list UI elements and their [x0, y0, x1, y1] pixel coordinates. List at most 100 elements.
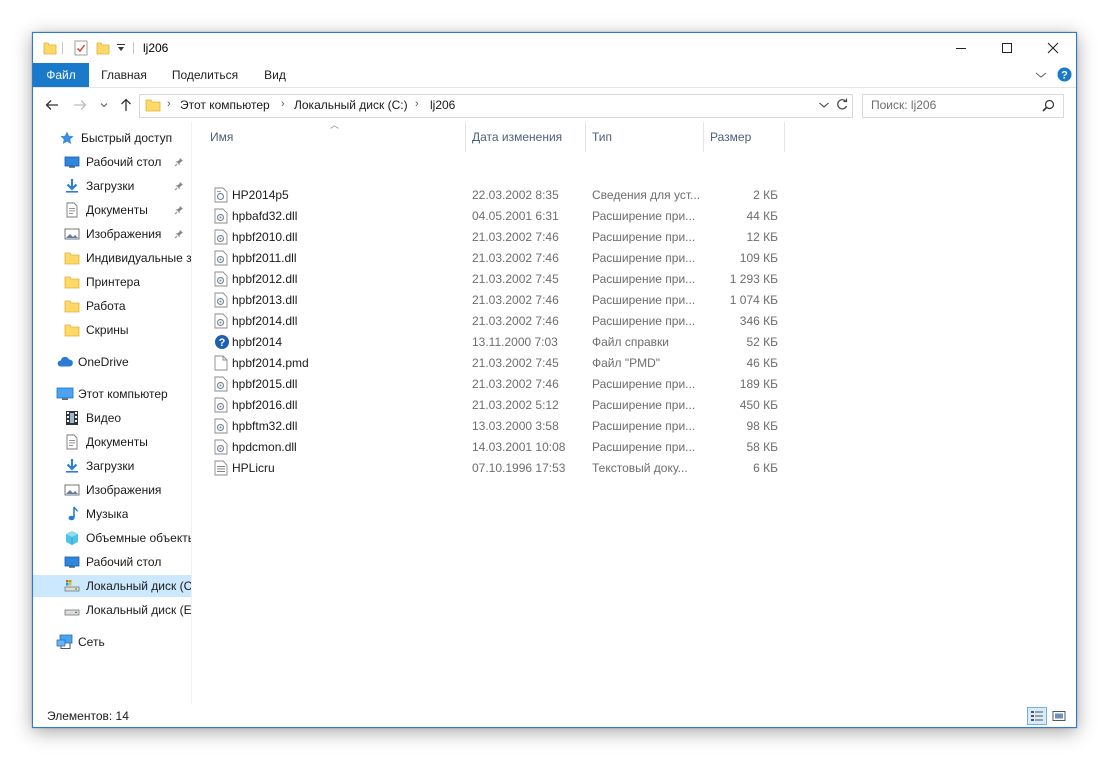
nav-item-label: Локальный диск (E	[86, 603, 191, 617]
table-row[interactable]: hpbf2014.pmd 21.03.2002 7:45 Файл "PMD" 46 …	[204, 353, 824, 374]
column-header-type[interactable]: Тип	[586, 122, 704, 152]
nav-item-13[interactable]: Загрузки	[33, 455, 191, 477]
nav-item-4[interactable]: Изображения	[33, 223, 191, 245]
nav-item-11[interactable]: Видео	[33, 407, 191, 429]
file-name: hpbf2014	[232, 335, 283, 349]
file-size: 346 КБ	[739, 314, 778, 328]
customize-toolbar-icon[interactable]	[116, 39, 126, 57]
pin-icon[interactable]	[174, 156, 184, 170]
nav-item-12[interactable]: Документы	[33, 431, 191, 453]
nav-item-19[interactable]: Локальный диск (E	[33, 599, 191, 621]
file-type: Расширение при...	[592, 419, 696, 433]
file-date: 22.03.2002 8:35	[472, 188, 559, 202]
tab-home[interactable]: Главная	[91, 63, 157, 87]
file-type: Расширение при...	[592, 251, 696, 265]
pin-icon[interactable]	[174, 204, 184, 218]
nav-item-6[interactable]: Принтера	[33, 271, 191, 293]
nav-item-17[interactable]: Рабочий стол	[33, 551, 191, 573]
file-type: Расширение при...	[592, 209, 696, 223]
navigation-pane: Быстрый доступ Рабочий стол Загрузки Докуме…	[33, 122, 192, 704]
nav-item-7[interactable]: Работа	[33, 295, 191, 317]
search-input[interactable]	[871, 97, 1031, 113]
file-size: 109 КБ	[739, 251, 778, 265]
nav-item-label: Загрузки	[86, 179, 135, 193]
search-icon[interactable]	[1042, 99, 1055, 115]
download-icon	[64, 178, 82, 194]
nav-item-8[interactable]: Скрины	[33, 319, 191, 341]
nav-item-9[interactable]: OneDrive	[33, 351, 191, 373]
nav-item-18[interactable]: Локальный диск (C	[33, 575, 191, 597]
qa-separator	[62, 42, 63, 54]
table-row[interactable]: hpbf2011.dll 21.03.2002 7:46 Расширение пр…	[204, 248, 824, 269]
chevron-right-icon[interactable]: ›	[167, 98, 171, 110]
table-row[interactable]: HPLicru 07.10.1996 17:53 Текстовый доку...…	[204, 458, 824, 479]
pin-icon[interactable]	[174, 180, 184, 194]
refresh-button[interactable]	[835, 97, 849, 114]
file-type: Расширение при...	[592, 440, 696, 454]
nav-item-0[interactable]: Быстрый доступ	[33, 127, 191, 149]
chevron-right-icon[interactable]: ›	[415, 98, 419, 110]
maximize-button[interactable]	[984, 33, 1030, 63]
table-row[interactable]: hpbftm32.dll 13.03.2000 3:58 Расширение пр…	[204, 416, 824, 437]
help-button[interactable]: ?	[1057, 67, 1072, 85]
table-row[interactable]: HP2014p5 22.03.2002 8:35 Сведения для уст.…	[204, 185, 824, 206]
table-row[interactable]: hpbf2012.dll 21.03.2002 7:45 Расширение пр…	[204, 269, 824, 290]
breadcrumb-lj206[interactable]: lj206	[430, 98, 455, 112]
table-row[interactable]: hpbf2013.dll 21.03.2002 7:46 Расширение пр…	[204, 290, 824, 311]
table-row[interactable]: ? hpbf2014 13.11.2000 7:03 Файл справки 52 К…	[204, 332, 824, 353]
search-box[interactable]	[862, 94, 1064, 118]
large-icons-view-button[interactable]	[1049, 707, 1069, 725]
nav-item-20[interactable]: Сеть	[33, 631, 191, 653]
details-view-button[interactable]	[1027, 707, 1047, 725]
close-button[interactable]	[1030, 33, 1076, 63]
table-row[interactable]: hpbf2010.dll 21.03.2002 7:46 Расширение пр…	[204, 227, 824, 248]
expand-ribbon-button[interactable]	[1035, 69, 1047, 83]
nav-item-1[interactable]: Рабочий стол	[33, 151, 191, 173]
chevron-right-icon[interactable]: ›	[281, 98, 285, 110]
file-size: 189 КБ	[739, 377, 778, 391]
explorer-window: lj206 Файл Главная Поделиться Вид ? › Эт…	[32, 32, 1077, 728]
video-icon	[64, 410, 82, 426]
nav-item-2[interactable]: Загрузки	[33, 175, 191, 197]
minimize-button[interactable]	[938, 33, 984, 63]
nav-item-label: Работа	[86, 299, 126, 313]
file-type: Расширение при...	[592, 377, 696, 391]
breadcrumb-local-disk-c[interactable]: Локальный диск (C:)	[294, 98, 408, 112]
arrow-left-icon	[45, 100, 58, 110]
pin-icon[interactable]	[174, 228, 184, 242]
nav-item-15[interactable]: Музыка	[33, 503, 191, 525]
table-row[interactable]: hpbafd32.dll 04.05.2001 6:31 Расширение пр…	[204, 206, 824, 227]
address-history-button[interactable]	[818, 99, 830, 113]
back-button[interactable]	[42, 95, 62, 115]
folder-icon	[145, 97, 161, 116]
file-name: hpbf2014.pmd	[232, 356, 309, 370]
column-header-size[interactable]: Размер	[704, 122, 785, 152]
forward-button[interactable]	[70, 95, 90, 115]
file-type: Расширение при...	[592, 293, 696, 307]
table-row[interactable]: hpbf2016.dll 21.03.2002 5:12 Расширение пр…	[204, 395, 824, 416]
properties-icon[interactable]	[74, 39, 88, 57]
nav-item-16[interactable]: Объемные объекты	[33, 527, 191, 549]
nav-item-label: Изображения	[86, 483, 162, 497]
breadcrumb-this-pc[interactable]: Этот компьютер	[180, 98, 270, 112]
tab-view[interactable]: Вид	[255, 63, 295, 87]
tab-file[interactable]: Файл	[33, 63, 89, 87]
new-folder-icon[interactable]	[96, 39, 110, 57]
nav-item-label: OneDrive	[78, 355, 129, 369]
up-button[interactable]	[116, 95, 136, 115]
nav-item-14[interactable]: Изображения	[33, 479, 191, 501]
address-row: › Этот компьютер › Локальный диск (C:) ›…	[33, 88, 1076, 122]
recent-locations-button[interactable]	[94, 95, 114, 115]
nav-item-10[interactable]: Этот компьютер	[33, 383, 191, 405]
help-icon: ?	[1057, 67, 1072, 82]
nav-item-5[interactable]: Индивидуальные з	[33, 247, 191, 269]
column-header-date[interactable]: Дата изменения	[466, 122, 586, 152]
file-name: HPLicru	[232, 461, 275, 475]
table-row[interactable]: hpdcmon.dll 14.03.2001 10:08 Расширение пр…	[204, 437, 824, 458]
table-row[interactable]: hpbf2015.dll 21.03.2002 7:46 Расширение пр…	[204, 374, 824, 395]
column-header-name[interactable]: Имя ︿	[204, 120, 466, 152]
nav-item-3[interactable]: Документы	[33, 199, 191, 221]
table-row[interactable]: hpbf2014.dll 21.03.2002 7:46 Расширение пр…	[204, 311, 824, 332]
address-bar[interactable]: › Этот компьютер › Локальный диск (C:) ›…	[139, 94, 853, 118]
tab-share[interactable]: Поделиться	[163, 63, 247, 87]
